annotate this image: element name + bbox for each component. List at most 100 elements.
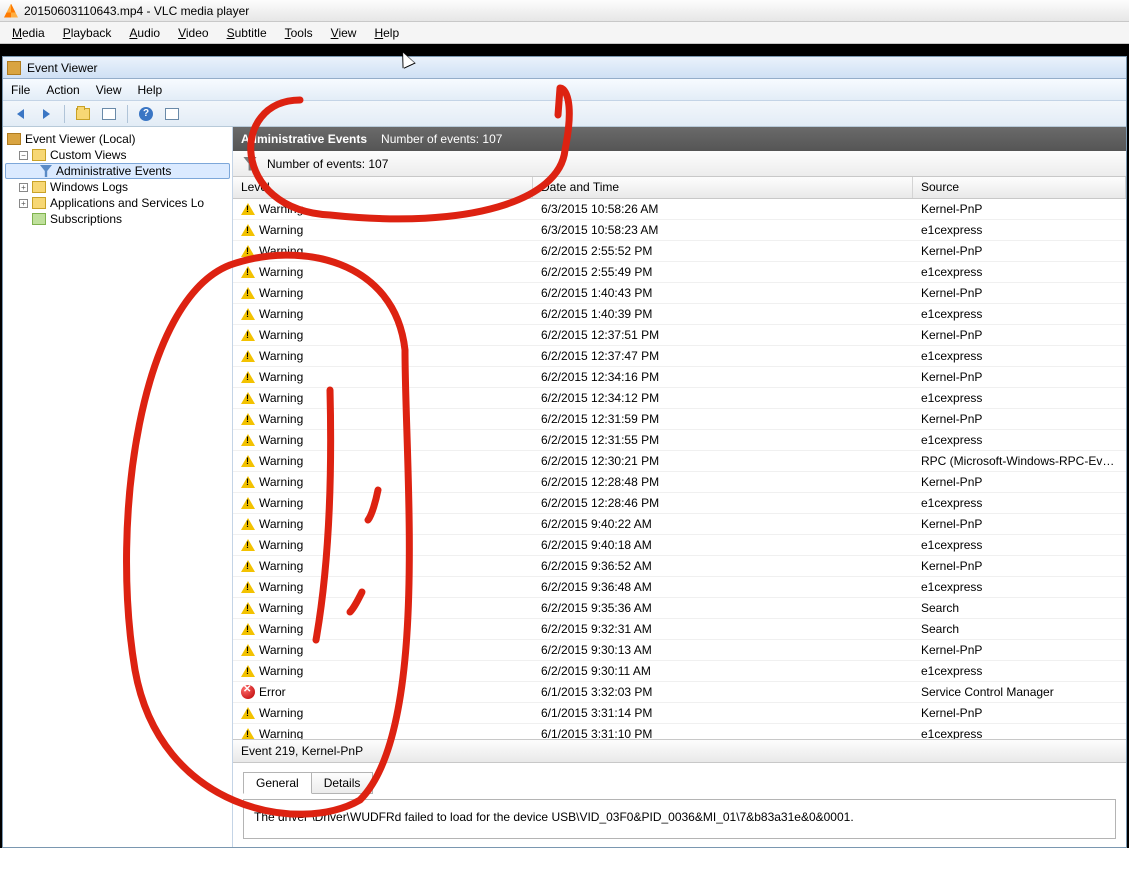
vlc-menu-help[interactable]: Help — [374, 26, 399, 40]
table-row[interactable]: Warning6/2/2015 9:40:22 AMKernel-PnP — [233, 514, 1126, 535]
level-text: Warning — [259, 538, 303, 552]
date-text: 6/2/2015 1:40:43 PM — [533, 286, 913, 300]
error-icon — [241, 685, 255, 699]
source-text: e1cexpress — [913, 496, 1126, 510]
event-list[interactable]: Warning6/3/2015 10:58:26 AMKernel-PnPWar… — [233, 199, 1126, 740]
table-row[interactable]: Warning6/1/2015 3:31:14 PMKernel-PnP — [233, 703, 1126, 724]
filter-icon[interactable] — [243, 157, 257, 171]
table-row[interactable]: Warning6/2/2015 12:31:55 PMe1cexpress — [233, 430, 1126, 451]
level-text: Warning — [259, 622, 303, 636]
vlc-menu-subtitle[interactable]: Subtitle — [227, 26, 267, 40]
event-count-dark: Number of events: 107 — [381, 132, 502, 146]
ev-menu-view[interactable]: View — [96, 83, 122, 97]
ev-menu-help[interactable]: Help — [138, 83, 163, 97]
source-text: Service Control Manager — [913, 685, 1126, 699]
date-text: 6/2/2015 9:36:52 AM — [533, 559, 913, 573]
table-row[interactable]: Warning6/2/2015 9:32:31 AMSearch — [233, 619, 1126, 640]
table-row[interactable]: Warning6/2/2015 12:34:12 PMe1cexpress — [233, 388, 1126, 409]
date-text: 6/2/2015 9:36:48 AM — [533, 580, 913, 594]
pane-icon — [165, 108, 179, 120]
warning-icon — [241, 223, 255, 237]
table-row[interactable]: Warning6/2/2015 9:40:18 AMe1cexpress — [233, 535, 1126, 556]
tab-general[interactable]: General — [243, 772, 312, 794]
table-row[interactable]: Warning6/2/2015 12:37:51 PMKernel-PnP — [233, 325, 1126, 346]
show-tree-button[interactable] — [72, 104, 94, 124]
tree-windows-logs[interactable]: + Windows Logs — [5, 179, 230, 195]
table-row[interactable]: Warning6/2/2015 9:36:52 AMKernel-PnP — [233, 556, 1126, 577]
vlc-menu-video[interactable]: Video — [178, 26, 208, 40]
collapse-icon[interactable]: − — [19, 151, 28, 160]
source-text: Kernel-PnP — [913, 286, 1126, 300]
table-row[interactable]: Warning6/2/2015 9:30:13 AMKernel-PnP — [233, 640, 1126, 661]
table-row[interactable]: Warning6/1/2015 3:31:10 PMe1cexpress — [233, 724, 1126, 740]
ev-menu-file[interactable]: File — [11, 83, 30, 97]
arrow-right-icon — [43, 109, 50, 119]
warning-icon — [241, 580, 255, 594]
source-text: e1cexpress — [913, 664, 1126, 678]
warning-icon — [241, 622, 255, 636]
tree-subscriptions[interactable]: Subscriptions — [5, 211, 230, 227]
tree-apps-services-logs[interactable]: + Applications and Services Lo — [5, 195, 230, 211]
table-row[interactable]: Warning6/3/2015 10:58:26 AMKernel-PnP — [233, 199, 1126, 220]
table-row[interactable]: Warning6/2/2015 2:55:52 PMKernel-PnP — [233, 241, 1126, 262]
help-button[interactable]: ? — [135, 104, 157, 124]
folder-icon — [76, 108, 90, 120]
date-text: 6/1/2015 3:31:10 PM — [533, 727, 913, 740]
table-row[interactable]: Warning6/2/2015 9:30:11 AMe1cexpress — [233, 661, 1126, 682]
table-row[interactable]: Warning6/2/2015 12:30:21 PMRPC (Microsof… — [233, 451, 1126, 472]
level-text: Warning — [259, 454, 303, 468]
table-row[interactable]: Warning6/2/2015 12:34:16 PMKernel-PnP — [233, 367, 1126, 388]
table-row[interactable]: Warning6/2/2015 12:31:59 PMKernel-PnP — [233, 409, 1126, 430]
source-text: Search — [913, 601, 1126, 615]
warning-icon — [241, 517, 255, 531]
toolbar-separator — [64, 105, 65, 123]
date-text: 6/2/2015 12:30:21 PM — [533, 454, 913, 468]
forward-button[interactable] — [35, 104, 57, 124]
source-text: Kernel-PnP — [913, 412, 1126, 426]
col-date[interactable]: Date and Time — [533, 177, 913, 198]
expand-icon[interactable]: + — [19, 199, 28, 208]
tab-details[interactable]: Details — [312, 772, 374, 794]
ev-tree[interactable]: Event Viewer (Local) − Custom Views Admi… — [3, 127, 233, 847]
source-text: Search — [913, 622, 1126, 636]
table-row[interactable]: Warning6/2/2015 2:55:49 PMe1cexpress — [233, 262, 1126, 283]
date-text: 6/2/2015 12:37:47 PM — [533, 349, 913, 363]
table-row[interactable]: Warning6/2/2015 12:28:48 PMKernel-PnP — [233, 472, 1126, 493]
preview-pane-button[interactable] — [161, 104, 183, 124]
table-row[interactable]: Warning6/2/2015 12:28:46 PMe1cexpress — [233, 493, 1126, 514]
tree-label: Applications and Services Lo — [50, 196, 204, 210]
vlc-menu-view[interactable]: View — [331, 26, 357, 40]
expand-icon[interactable]: + — [19, 183, 28, 192]
main-header-light: Number of events: 107 — [233, 151, 1126, 177]
table-row[interactable]: Warning6/2/2015 1:40:39 PMe1cexpress — [233, 304, 1126, 325]
ev-title: Event Viewer — [27, 61, 97, 75]
warning-icon — [241, 391, 255, 405]
col-level[interactable]: Level — [233, 177, 533, 198]
table-row[interactable]: Warning6/2/2015 9:36:48 AMe1cexpress — [233, 577, 1126, 598]
back-button[interactable] — [9, 104, 31, 124]
event-viewer-window: Event Viewer File Action View Help ? Eve… — [2, 56, 1127, 848]
vlc-title: 20150603110643.mp4 - VLC media player — [24, 4, 249, 18]
date-text: 6/2/2015 12:34:12 PM — [533, 391, 913, 405]
col-source[interactable]: Source — [913, 177, 1126, 198]
table-row[interactable]: Warning6/3/2015 10:58:23 AMe1cexpress — [233, 220, 1126, 241]
tree-root[interactable]: Event Viewer (Local) — [5, 131, 230, 147]
ev-menu-action[interactable]: Action — [46, 83, 79, 97]
tree-custom-views[interactable]: − Custom Views — [5, 147, 230, 163]
tree-administrative-events[interactable]: Administrative Events — [5, 163, 230, 179]
vlc-menu-tools[interactable]: Tools — [285, 26, 313, 40]
source-text: e1cexpress — [913, 433, 1126, 447]
vlc-titlebar[interactable]: 20150603110643.mp4 - VLC media player — [0, 0, 1129, 22]
vlc-menu-audio[interactable]: Audio — [129, 26, 160, 40]
source-text: e1cexpress — [913, 391, 1126, 405]
ev-titlebar[interactable]: Event Viewer — [3, 57, 1126, 79]
properties-button[interactable] — [98, 104, 120, 124]
table-row[interactable]: Warning6/2/2015 9:35:36 AMSearch — [233, 598, 1126, 619]
table-row[interactable]: Warning6/2/2015 12:37:47 PMe1cexpress — [233, 346, 1126, 367]
level-text: Error — [259, 685, 286, 699]
table-row[interactable]: Warning6/2/2015 1:40:43 PMKernel-PnP — [233, 283, 1126, 304]
vlc-menu-media[interactable]: Media — [12, 26, 45, 40]
date-text: 6/2/2015 12:31:55 PM — [533, 433, 913, 447]
table-row[interactable]: Error6/1/2015 3:32:03 PMService Control … — [233, 682, 1126, 703]
vlc-menu-playback[interactable]: Playback — [63, 26, 112, 40]
